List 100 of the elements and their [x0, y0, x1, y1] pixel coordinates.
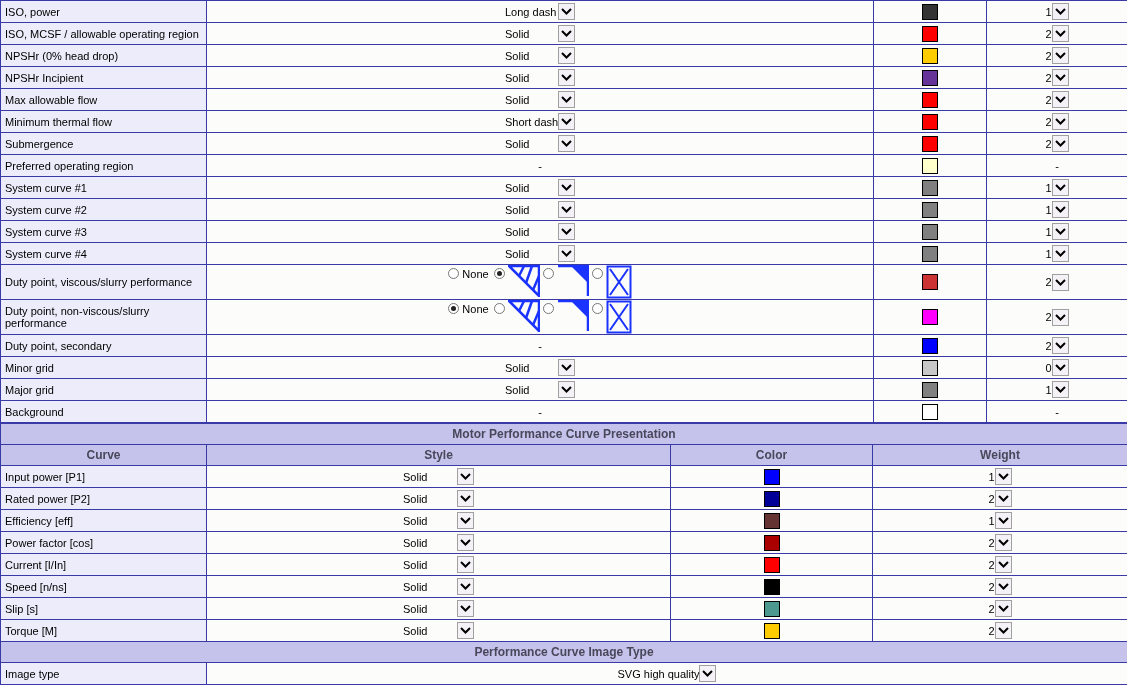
no-value-dash: -: [1055, 405, 1059, 418]
hatched-triangle-icon: [507, 265, 540, 297]
column-header: Style: [206, 444, 671, 466]
chevron-icon: [997, 517, 1009, 524]
corner-marker-icon: [556, 265, 589, 297]
option-label: None: [462, 303, 489, 315]
chevron-icon: [1054, 52, 1066, 59]
color-swatch[interactable]: [922, 91, 938, 108]
no-value-dash: -: [538, 405, 542, 418]
style-dropdown[interactable]: Solid: [505, 91, 575, 108]
chevron-icon: [460, 605, 471, 612]
style-dropdown[interactable]: Solid: [403, 490, 474, 507]
style-dropdown[interactable]: Solid: [505, 69, 575, 86]
style-dropdown[interactable]: Solid: [403, 578, 474, 595]
color-swatch[interactable]: [922, 113, 938, 130]
curve-label: Max allowable flow: [0, 88, 207, 111]
style-dropdown[interactable]: Solid: [505, 245, 575, 262]
chevron-icon: [561, 52, 572, 59]
radio-button[interactable]: [591, 303, 603, 314]
curve-label: NPSHr (0% head drop): [0, 44, 207, 67]
chevron-icon: [561, 118, 572, 125]
color-swatch[interactable]: [763, 622, 780, 639]
radio-button[interactable]: [448, 303, 460, 314]
color-swatch[interactable]: [763, 468, 780, 485]
color-swatch[interactable]: [763, 578, 780, 595]
crossed-box-icon: [605, 300, 632, 334]
chevron-icon: [460, 561, 471, 568]
color-swatch[interactable]: [922, 337, 938, 354]
radio-button[interactable]: [542, 268, 554, 279]
color-swatch[interactable]: [763, 490, 780, 507]
style-dropdown[interactable]: Solid: [403, 468, 474, 485]
style-dropdown[interactable]: Solid: [403, 622, 474, 639]
style-dropdown[interactable]: Solid: [505, 25, 575, 42]
chevron-icon: [561, 96, 572, 103]
no-value-dash: -: [538, 159, 542, 172]
color-swatch[interactable]: [922, 245, 938, 262]
style-dropdown[interactable]: Solid: [403, 512, 474, 529]
color-swatch[interactable]: [922, 403, 938, 420]
color-swatch[interactable]: [763, 600, 780, 617]
chevron-icon: [561, 8, 572, 15]
style-dropdown[interactable]: Solid: [403, 556, 474, 573]
style-dropdown[interactable]: Solid: [505, 47, 575, 64]
color-swatch[interactable]: [922, 223, 938, 240]
curve-label: System curve #4: [0, 242, 207, 265]
radio-button[interactable]: [448, 268, 460, 279]
curve-label: Minor grid: [0, 356, 207, 379]
radio-button[interactable]: [591, 268, 603, 279]
section-header: Motor Performance Curve Presentation: [0, 423, 1127, 445]
chevron-icon: [460, 627, 471, 634]
color-swatch[interactable]: [763, 512, 780, 529]
color-swatch[interactable]: [922, 47, 938, 64]
curve-label: Slip [s]: [0, 597, 207, 620]
radio-button[interactable]: [542, 303, 554, 314]
column-header: Weight: [872, 444, 1127, 466]
chevron-icon: [1054, 342, 1066, 349]
curve-label: System curve #1: [0, 176, 207, 199]
color-swatch[interactable]: [922, 3, 938, 20]
color-swatch[interactable]: [763, 534, 780, 551]
chevron-icon: [997, 495, 1009, 502]
radio-button[interactable]: [493, 303, 505, 314]
crossed-box-icon: [605, 265, 632, 299]
chevron-icon: [561, 74, 572, 81]
color-swatch[interactable]: [922, 274, 938, 290]
style-dropdown[interactable]: Solid: [505, 179, 575, 196]
style-dropdown[interactable]: Solid: [505, 201, 575, 218]
style-dropdown[interactable]: Solid: [403, 600, 474, 617]
style-dropdown[interactable]: Solid: [505, 223, 575, 240]
color-swatch[interactable]: [922, 381, 938, 398]
no-value-dash: -: [1055, 159, 1059, 172]
curve-label: ISO, power: [0, 0, 207, 23]
curve-label: Input power [P1]: [0, 465, 207, 488]
chevron-icon: [1054, 96, 1066, 103]
curve-label: System curve #3: [0, 220, 207, 243]
color-swatch[interactable]: [922, 69, 938, 86]
style-dropdown[interactable]: Short dash: [505, 113, 575, 130]
color-swatch[interactable]: [922, 157, 938, 174]
section-header: Performance Curve Image Type: [0, 641, 1127, 663]
style-dropdown[interactable]: Long dash: [505, 3, 575, 20]
radio-button[interactable]: [493, 268, 505, 279]
curve-label: ISO, MCSF / allowable operating region: [0, 22, 207, 45]
color-swatch[interactable]: [922, 25, 938, 42]
chevron-icon: [1054, 118, 1066, 125]
chevron-icon: [561, 140, 572, 147]
color-swatch[interactable]: [922, 359, 938, 376]
chevron-icon: [997, 605, 1009, 612]
color-swatch[interactable]: [922, 135, 938, 152]
color-swatch[interactable]: [922, 309, 938, 325]
option-label: None: [462, 268, 489, 280]
color-swatch[interactable]: [763, 556, 780, 573]
color-swatch[interactable]: [922, 179, 938, 196]
style-dropdown[interactable]: Solid: [505, 359, 575, 376]
chevron-icon: [561, 228, 572, 235]
style-dropdown[interactable]: Solid: [505, 135, 575, 152]
chevron-icon: [997, 473, 1009, 480]
style-dropdown[interactable]: Solid: [505, 381, 575, 398]
color-swatch[interactable]: [922, 201, 938, 218]
curve-label: Major grid: [0, 378, 207, 401]
style-dropdown[interactable]: Solid: [403, 534, 474, 551]
curve-label: Efficiency [eff]: [0, 509, 207, 532]
image-type-dropdown[interactable]: SVG high quality: [617, 665, 717, 682]
